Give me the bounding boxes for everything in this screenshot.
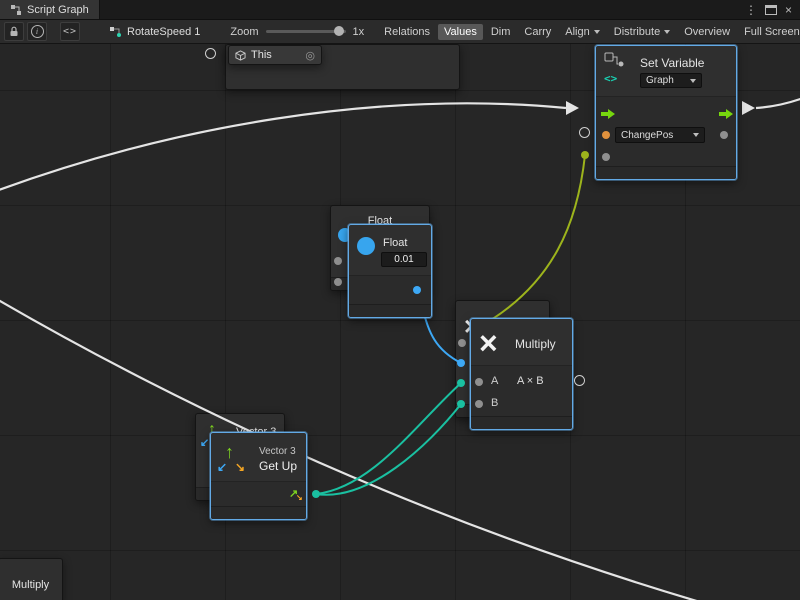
blue-wire-end-dot bbox=[457, 359, 465, 367]
wire-control-out[interactable] bbox=[756, 97, 800, 108]
setvariable-side-circle[interactable] bbox=[579, 127, 590, 138]
zoom-label: Zoom bbox=[230, 26, 258, 38]
graph-name: RotateSpeed 1 bbox=[127, 26, 200, 38]
flow-input-arrow[interactable] bbox=[601, 108, 616, 120]
tab-label: Script Graph bbox=[27, 4, 89, 16]
zoom-slider-knob[interactable] bbox=[334, 26, 344, 36]
lock-icon bbox=[9, 26, 19, 37]
this-label: This bbox=[251, 49, 272, 61]
multiply-a-label: A bbox=[491, 375, 498, 387]
node-float[interactable]: Float 0.01 bbox=[348, 224, 432, 318]
fallback-input-port[interactable] bbox=[602, 153, 610, 161]
info-icon: i bbox=[31, 25, 44, 38]
teal-wire-end-dot-b bbox=[457, 400, 465, 408]
window-controls: ⋮ × bbox=[745, 0, 800, 19]
variable-name-dropdown[interactable]: ChangePos bbox=[615, 127, 705, 143]
unity-script-graph-window: Script Graph ⋮ × i <> RotateSpeed 1 bbox=[0, 0, 800, 600]
wire-arrowhead-left bbox=[566, 101, 579, 115]
node-multiply-partial[interactable]: Multiply bbox=[0, 558, 63, 600]
this-output-port[interactable]: ◎ bbox=[305, 49, 315, 62]
toolbar-buttons: Relations Values Dim Carry Align Distrib… bbox=[378, 24, 800, 40]
align-label: Align bbox=[565, 26, 589, 38]
down-right-arrow-icon: ↘ bbox=[235, 461, 245, 473]
float-value-field[interactable]: 0.01 bbox=[381, 252, 427, 267]
window-titlebar: Script Graph ⋮ × bbox=[0, 0, 800, 20]
getup-output-port[interactable] bbox=[312, 490, 320, 498]
multiply-partial-title: Multiply bbox=[0, 579, 62, 591]
variable-kind-value: Graph bbox=[646, 75, 674, 86]
caret-down-icon bbox=[690, 79, 696, 83]
distribute-button[interactable]: Distribute bbox=[608, 24, 676, 40]
dim-button[interactable]: Dim bbox=[485, 24, 517, 40]
node-multiply[interactable]: × Multiply A A × B B bbox=[470, 318, 573, 430]
this-input-circle[interactable] bbox=[205, 48, 216, 59]
multiply-a-port[interactable] bbox=[475, 378, 483, 386]
multiply-icon: × bbox=[479, 327, 498, 359]
float-title: Float bbox=[383, 237, 407, 249]
graph-breadcrumb[interactable]: RotateSpeed 1 bbox=[109, 26, 200, 38]
caret-down-icon bbox=[664, 30, 670, 34]
wire-multiply-to-setvariable[interactable] bbox=[474, 155, 585, 330]
dock-window-icon[interactable] bbox=[765, 5, 777, 15]
node-this[interactable]: This ◎ bbox=[228, 45, 322, 65]
graph-toolbar: i <> RotateSpeed 1 Zoom 1x Relations Val… bbox=[0, 20, 800, 44]
graph-canvas[interactable]: This ◎ <> Set Variable Graph bbox=[0, 44, 800, 600]
value-input-port[interactable] bbox=[602, 131, 610, 139]
multiply-title: Multiply bbox=[515, 337, 556, 351]
float-output-port[interactable] bbox=[413, 286, 421, 294]
multiply-b-label: B bbox=[491, 397, 498, 409]
caret-down-icon bbox=[594, 30, 600, 34]
close-icon[interactable]: × bbox=[785, 4, 792, 16]
lock-button[interactable] bbox=[4, 22, 24, 41]
cube-icon bbox=[235, 50, 246, 61]
output-value-port[interactable] bbox=[720, 131, 728, 139]
zoom-control: Zoom 1x bbox=[230, 26, 364, 38]
tab-script-graph[interactable]: Script Graph bbox=[0, 0, 100, 19]
graph-asset-icon bbox=[109, 26, 122, 38]
wire-getup-to-multiply-a[interactable] bbox=[316, 383, 461, 494]
down-left-arrow-icon: ↙ bbox=[217, 461, 227, 473]
code-glyph-icon: <> bbox=[604, 72, 628, 85]
fullscreen-button[interactable]: Full Screen bbox=[738, 24, 800, 40]
info-button[interactable]: i bbox=[27, 22, 47, 41]
wire-getup-to-multiply-b[interactable] bbox=[316, 404, 461, 495]
set-variable-title: Set Variable bbox=[640, 56, 704, 70]
teal-wire-end-dot-a bbox=[457, 379, 465, 387]
up-arrow-icon: ↑ bbox=[225, 443, 234, 461]
getup-subtitle: Get Up bbox=[259, 459, 297, 473]
values-button[interactable]: Values bbox=[438, 24, 483, 40]
vector-output-icon-small: ↘ bbox=[296, 494, 303, 502]
overview-button[interactable]: Overview bbox=[678, 24, 736, 40]
code-preview-button[interactable]: <> bbox=[60, 22, 80, 41]
align-button[interactable]: Align bbox=[559, 24, 605, 40]
carry-button[interactable]: Carry bbox=[518, 24, 557, 40]
wire-arrowhead-right bbox=[742, 101, 755, 115]
multiply-b-port[interactable] bbox=[475, 400, 483, 408]
kebab-menu-icon[interactable]: ⋮ bbox=[745, 4, 757, 16]
wire-control-bottom[interactable] bbox=[0, 294, 700, 600]
set-variable-icon: <> bbox=[604, 52, 628, 85]
multiply-result-label: A × B bbox=[517, 375, 544, 387]
titlebar-spacer bbox=[100, 0, 745, 19]
relations-button[interactable]: Relations bbox=[378, 24, 436, 40]
float-icon bbox=[357, 237, 375, 255]
node-vector3-getup[interactable]: ↑ ↙ ↘ Vector 3 Get Up ↗ ↘ bbox=[210, 432, 307, 520]
variable-kind-dropdown[interactable]: Graph bbox=[640, 73, 702, 88]
vector3-title: Vector 3 bbox=[259, 446, 296, 457]
zoom-value: 1x bbox=[353, 26, 365, 38]
zoom-slider[interactable] bbox=[266, 30, 346, 33]
flow-output-arrow[interactable] bbox=[719, 108, 734, 120]
olive-wire-end-dot bbox=[581, 151, 589, 159]
distribute-label: Distribute bbox=[614, 26, 660, 38]
caret-down-icon bbox=[693, 133, 699, 137]
variable-name-value: ChangePos bbox=[621, 130, 673, 141]
wire-control-in[interactable] bbox=[0, 103, 566, 194]
script-graph-icon bbox=[10, 4, 22, 16]
node-set-variable[interactable]: <> Set Variable Graph ChangePos bbox=[595, 45, 737, 180]
multiply-output-circle[interactable] bbox=[574, 375, 585, 386]
